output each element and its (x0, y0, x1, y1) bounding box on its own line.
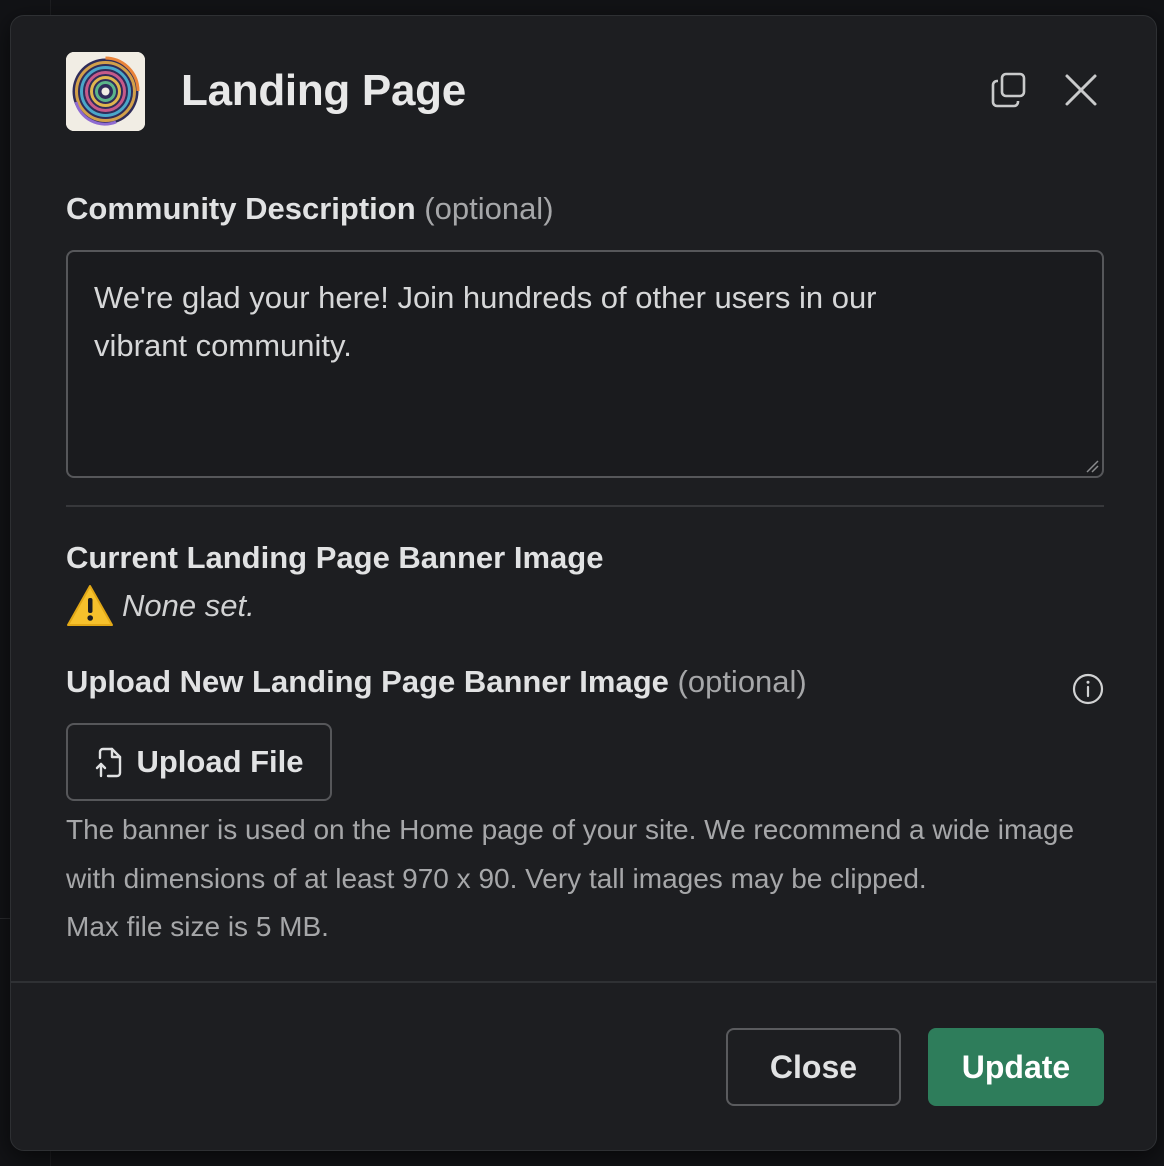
copy-icon (991, 72, 1026, 108)
banner-status-text: None set. (122, 588, 255, 623)
upload-help-text: The banner is used on the Home page of y… (66, 806, 1106, 952)
info-icon[interactable] (1072, 673, 1104, 705)
current-banner-heading: Current Landing Page Banner Image (66, 540, 604, 575)
description-label: Community Description (optional) (66, 191, 554, 227)
optional-hint: (optional) (677, 664, 807, 699)
help-line: Max file size is 5 MB. (66, 911, 329, 942)
app-logo (66, 52, 145, 131)
section-divider (66, 505, 1104, 507)
resize-handle-icon[interactable] (1085, 459, 1099, 473)
upload-file-icon (96, 747, 122, 778)
help-line: The banner is used on the Home page of y… (66, 814, 1075, 845)
modal-title: Landing Page (181, 66, 466, 115)
upload-file-button[interactable]: Upload File (66, 723, 332, 801)
description-label-text: Community Description (66, 191, 416, 226)
description-textarea[interactable]: We're glad your here! Join hundreds of o… (66, 250, 1104, 478)
optional-hint: (optional) (424, 191, 554, 226)
upload-label: Upload New Landing Page Banner Image (op… (66, 664, 807, 700)
close-button[interactable]: Close (726, 1028, 901, 1106)
close-icon (1065, 74, 1097, 106)
help-line: with dimensions of at least 970 x 90. Ve… (66, 862, 927, 894)
close-x-button[interactable] (1057, 66, 1105, 114)
copy-button[interactable] (985, 66, 1033, 114)
landing-page-modal: Landing Page Community Description (opti… (10, 15, 1157, 1151)
warning-icon (67, 585, 113, 626)
description-value: We're glad your here! Join hundreds of o… (94, 280, 877, 363)
banner-status: None set. (66, 584, 255, 628)
upload-label-text: Upload New Landing Page Banner Image (66, 664, 669, 699)
update-button[interactable]: Update (928, 1028, 1104, 1106)
footer-divider (11, 981, 1156, 983)
upload-file-label: Upload File (136, 744, 304, 779)
